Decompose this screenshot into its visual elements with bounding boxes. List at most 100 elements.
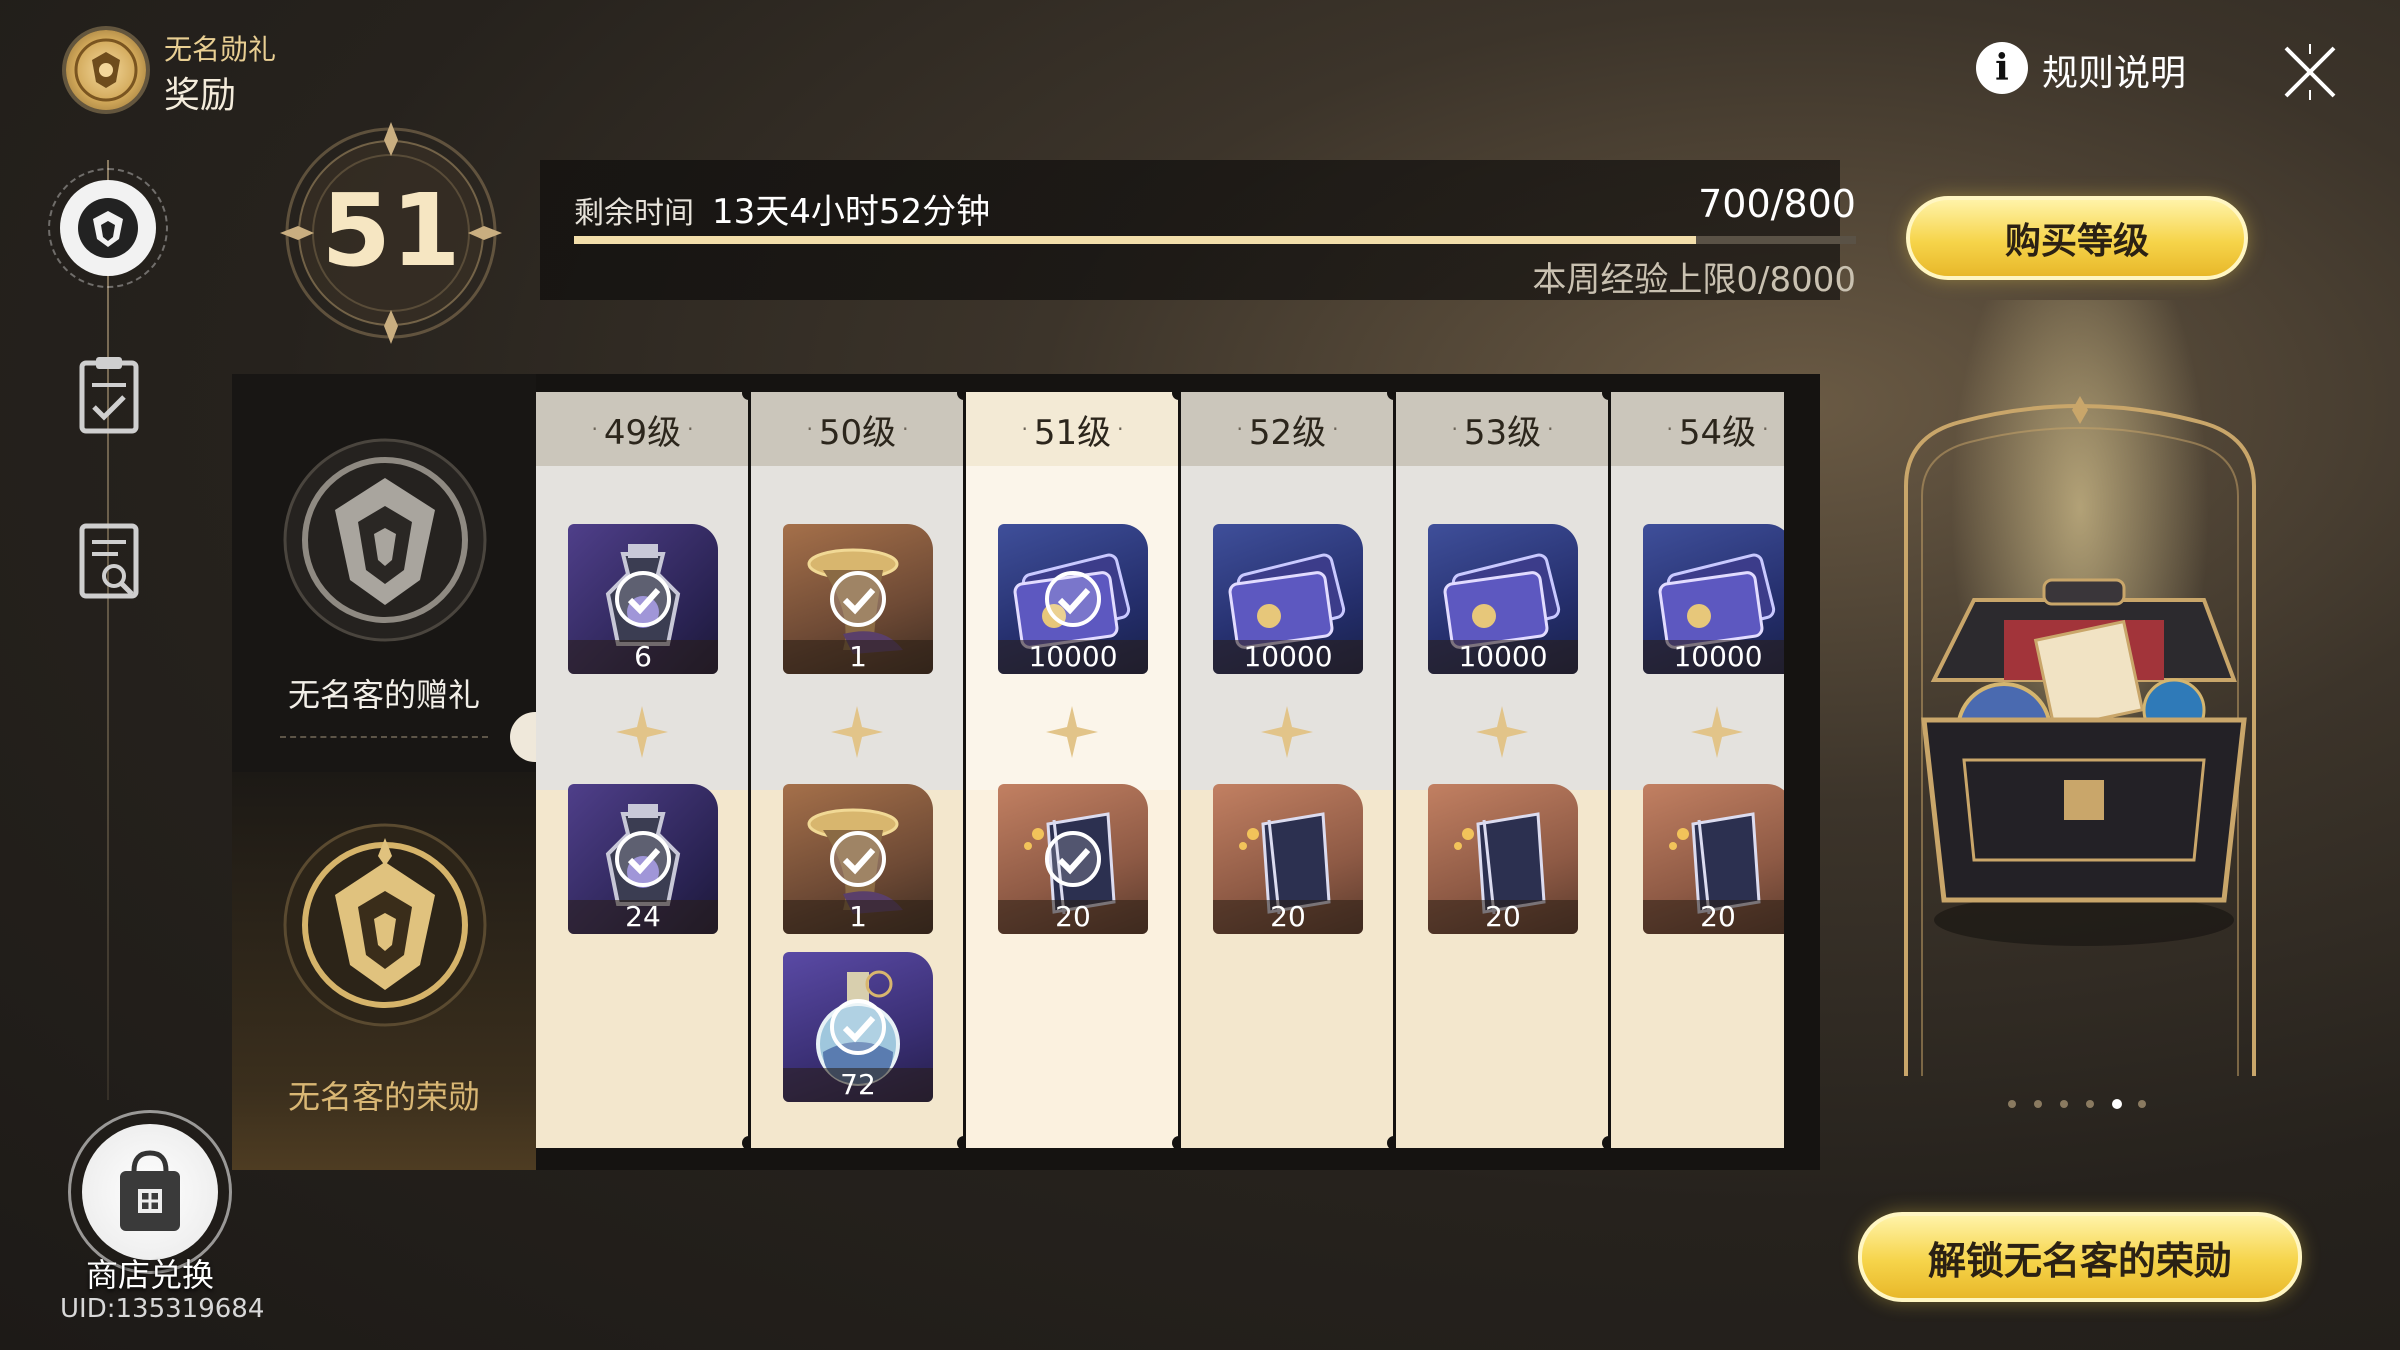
close-icon[interactable]: [2278, 40, 2342, 104]
reward-item-book[interactable]: 20: [1643, 784, 1784, 934]
level-header: · 49级 ·: [536, 392, 749, 466]
level-label: 52级: [1248, 412, 1327, 453]
ornament-icon: ·: [1236, 417, 1243, 441]
sparkle-icon: [1476, 706, 1528, 758]
free-tier-emblem-icon: [283, 438, 487, 642]
ornament-icon: ·: [1021, 417, 1028, 441]
uid-text: UID:135319684: [60, 1294, 265, 1324]
pager-dot[interactable]: [2060, 1100, 2068, 1108]
shop-button[interactable]: [82, 1124, 218, 1260]
level-header: · 51级 ·: [966, 392, 1179, 466]
pager-dot[interactable]: [2086, 1100, 2094, 1108]
level-header: · 50级 ·: [751, 392, 964, 466]
ornament-icon: ·: [1451, 417, 1458, 441]
rewards-tab-icon: [78, 198, 138, 258]
remaining-time-label: 剩余时间: [574, 196, 694, 231]
level-column: · 49级 · 6 24: [536, 392, 756, 1148]
level-label: 53级: [1463, 412, 1542, 453]
ornament-icon: ·: [1117, 417, 1124, 441]
claimed-check-icon: [615, 571, 671, 627]
reward-item-credit-card[interactable]: 10000: [1643, 524, 1784, 674]
reward-item-flask[interactable]: 72: [783, 952, 933, 1102]
rail-tab-rewards[interactable]: [48, 168, 168, 288]
reward-item-potion-bottle[interactable]: 6: [568, 524, 718, 674]
clipboard-check-icon: [79, 357, 139, 434]
level-column: · 50级 · 1 1 72: [751, 392, 971, 1148]
reward-item-book[interactable]: 20: [1213, 784, 1363, 934]
info-icon[interactable]: i: [1976, 42, 2028, 94]
reward-quantity: 20: [1213, 900, 1363, 934]
pager-dot[interactable]: [2008, 1100, 2016, 1108]
reward-quantity: 24: [568, 900, 718, 934]
claimed-check-icon: [830, 999, 886, 1055]
sparkle-icon: [1691, 706, 1743, 758]
level-header: · 54级 ·: [1611, 392, 1784, 466]
reward-item-potion-bottle[interactable]: 24: [568, 784, 718, 934]
reward-item-horn-item[interactable]: 1: [783, 784, 933, 934]
level-label: 54级: [1678, 412, 1757, 453]
reward-quantity: 1: [783, 900, 933, 934]
buy-level-button[interactable]: 购买等级: [1906, 196, 2248, 280]
pager-dot[interactable]: [2034, 1100, 2042, 1108]
ornament-icon: ·: [687, 417, 694, 441]
unlock-premium-button[interactable]: 解锁无名客的荣勋: [1858, 1212, 2302, 1302]
tier-divider: [280, 736, 488, 738]
rules-link[interactable]: 规则说明: [2042, 44, 2186, 96]
remaining-time-value: 13天4小时52分钟: [712, 192, 991, 232]
reward-item-credit-card[interactable]: 10000: [1213, 524, 1363, 674]
claimed-check-icon: [615, 831, 671, 887]
document-search-icon: [79, 523, 139, 599]
ornament-icon: ·: [591, 417, 598, 441]
reward-quantity: 20: [1428, 900, 1578, 934]
level-column: · 51级 · 10000 20: [966, 392, 1186, 1148]
sparkle-icon: [1046, 706, 1098, 758]
paid-tier-label: 无名客的荣勋: [287, 1078, 480, 1116]
pager-dot[interactable]: [2112, 1099, 2122, 1109]
weekly-xp-cap: 本周经验上限0/8000: [1532, 260, 1856, 300]
reward-item-credit-card[interactable]: 10000: [998, 524, 1148, 674]
shop-label[interactable]: 商店兑换: [60, 1250, 240, 1296]
reward-quantity: 10000: [998, 640, 1148, 674]
sparkle-icon: [1261, 706, 1313, 758]
ornament-icon: ·: [1332, 417, 1339, 441]
pass-emblem-icon: [66, 30, 146, 110]
shopping-bag-icon: [120, 1150, 180, 1231]
claimed-check-icon: [1045, 831, 1101, 887]
level-label: 51级: [1033, 412, 1112, 453]
reward-columns: · 49级 · 6 24 · 50级 · 1 1 72 · 51级 · 10000 20 · 52级 · 10000 2…: [536, 392, 1784, 1148]
ornament-icon: ·: [902, 417, 909, 441]
reward-item-book[interactable]: 20: [998, 784, 1148, 934]
xp-counter: 700/800: [1698, 182, 1856, 226]
pass-name: 无名勋礼: [164, 33, 277, 66]
rail-tab-tasks[interactable]: [78, 355, 140, 439]
level-header: · 53级 ·: [1396, 392, 1609, 466]
level-column: · 54级 · 10000 20: [1611, 392, 1784, 1148]
ornament-icon: ·: [1547, 417, 1554, 441]
reward-item-credit-card[interactable]: 10000: [1428, 524, 1578, 674]
rail-line: [107, 160, 109, 1100]
reward-quantity: 10000: [1428, 640, 1578, 674]
reward-quantity: 20: [1643, 900, 1784, 934]
ornament-icon: ·: [806, 417, 813, 441]
rail-tab-missions[interactable]: [78, 522, 140, 606]
paid-tier-emblem-icon: [283, 823, 487, 1027]
pager-dot[interactable]: [2138, 1100, 2146, 1108]
claimed-check-icon: [1045, 571, 1101, 627]
level-column: · 52级 · 10000 20: [1181, 392, 1401, 1148]
claimed-check-icon: [830, 831, 886, 887]
reward-quantity: 20: [998, 900, 1148, 934]
ornament-icon: ·: [1666, 417, 1673, 441]
free-tier-label: 无名客的赠礼: [287, 676, 480, 714]
reward-quantity: 6: [568, 640, 718, 674]
sparkle-icon: [831, 706, 883, 758]
level-label: 49级: [603, 412, 682, 453]
ornament-icon: ·: [1762, 417, 1769, 441]
reward-item-book[interactable]: 20: [1428, 784, 1578, 934]
reward-quantity: 10000: [1213, 640, 1363, 674]
reward-item-horn-item[interactable]: 1: [783, 524, 933, 674]
current-level: 51: [321, 172, 461, 289]
reward-quantity: 72: [783, 1068, 933, 1102]
reward-quantity: 1: [783, 640, 933, 674]
level-label: 50级: [818, 412, 897, 453]
page-title: 奖励: [164, 75, 237, 116]
